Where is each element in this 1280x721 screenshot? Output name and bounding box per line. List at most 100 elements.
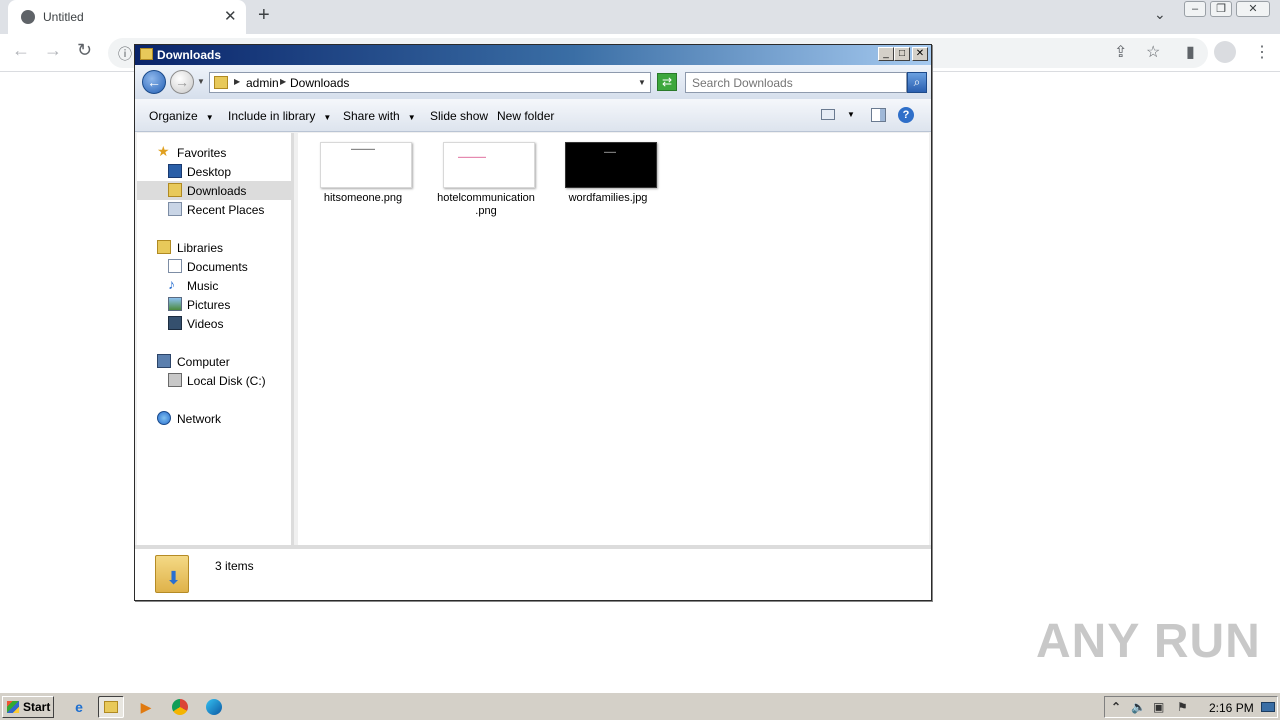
- command-bar: Organize ▼ Include in library ▼ Share with…: [135, 99, 931, 132]
- view-dropdown-icon[interactable]: ▼: [847, 110, 855, 119]
- network-icon: [157, 411, 171, 425]
- music-icon: ♪: [168, 276, 175, 292]
- hard-drive-icon: [168, 373, 182, 387]
- back-arrow-icon[interactable]: ←: [142, 70, 166, 94]
- browser-tab-strip: Untitled ✕ + ⌄ – ❐ ✕: [0, 0, 1280, 34]
- star-icon[interactable]: ☆: [1146, 42, 1160, 62]
- file-name: hitsomeone.png: [323, 192, 403, 204]
- include-in-library-button[interactable]: Include in library ▼: [228, 109, 331, 123]
- windows-explorer-icon[interactable]: [98, 696, 124, 718]
- chrome-icon[interactable]: [167, 696, 193, 718]
- videos-icon: [168, 316, 182, 330]
- search-input[interactable]: [692, 73, 902, 92]
- documents-icon: [168, 259, 182, 273]
- close-icon[interactable]: ✕: [1236, 1, 1270, 17]
- clock[interactable]: 2:16 PM: [1209, 701, 1254, 715]
- minimize-icon[interactable]: _: [878, 47, 894, 61]
- profile-avatar-icon[interactable]: [1214, 41, 1236, 63]
- preview-pane-icon[interactable]: [871, 108, 886, 122]
- reload-icon[interactable]: ↻: [77, 40, 92, 61]
- refresh-icon[interactable]: ⇄: [657, 73, 677, 91]
- minimize-icon[interactable]: –: [1184, 1, 1206, 17]
- nav-network[interactable]: Network: [137, 409, 292, 428]
- explorer-window: Downloads _ □ ✕ ← → ▼ ▶ admin ▶ Download…: [134, 44, 932, 601]
- nav-libraries[interactable]: Libraries: [137, 238, 292, 257]
- new-tab-button[interactable]: +: [258, 4, 270, 27]
- breadcrumb-arrow-icon[interactable]: ▶: [280, 77, 286, 86]
- start-label: Start: [23, 700, 51, 714]
- item-count: 3 items: [215, 559, 254, 573]
- info-icon[interactable]: ⓘ: [118, 44, 132, 64]
- back-arrow-icon[interactable]: ←: [12, 40, 30, 61]
- nav-music[interactable]: ♪ Music: [137, 276, 292, 295]
- nav-recent-places[interactable]: Recent Places: [137, 200, 292, 219]
- side-panel-icon[interactable]: ▮: [1186, 42, 1195, 62]
- include-in-library-label: Include in library: [228, 109, 316, 123]
- image-thumbnail: ▬▬▬▬▬▬▬: [443, 142, 535, 188]
- window-title: Downloads: [157, 48, 222, 62]
- media-player-icon[interactable]: ▶: [133, 696, 159, 718]
- new-folder-button[interactable]: New folder: [497, 109, 554, 123]
- organize-button[interactable]: Organize ▼: [149, 109, 214, 123]
- start-button[interactable]: Start: [2, 696, 54, 718]
- search-icon[interactable]: ⌕: [907, 72, 927, 93]
- computer-icon: [157, 354, 171, 368]
- slide-show-button[interactable]: Slide show: [430, 109, 488, 123]
- system-tray: ⌃ 🔈 ▣ ⚑ 2:16 PM: [1104, 696, 1278, 718]
- edge-icon[interactable]: [201, 696, 227, 718]
- dropdown-arrow-icon: ▼: [205, 113, 214, 122]
- maximize-icon[interactable]: □: [894, 47, 910, 61]
- window-title-bar[interactable]: Downloads _ □ ✕: [135, 45, 931, 65]
- taskbar: Start e ▶ ⌃ 🔈 ▣ ⚑ 2:16 PM: [0, 692, 1280, 720]
- close-icon[interactable]: ✕: [912, 47, 928, 61]
- dropdown-arrow-icon: ▼: [407, 113, 416, 122]
- forward-arrow-icon[interactable]: →: [170, 70, 194, 94]
- network-tray-icon[interactable]: ▣: [1153, 700, 1164, 714]
- search-box[interactable]: [685, 72, 907, 93]
- nav-documents[interactable]: Documents: [137, 257, 292, 276]
- star-icon: ★: [157, 143, 170, 159]
- breadcrumb-arrow-icon[interactable]: ▶: [234, 77, 240, 86]
- download-arrow-icon: ⬇: [166, 568, 182, 588]
- share-icon[interactable]: ⇪: [1114, 42, 1127, 62]
- thumbnail-text-line: ▬▬▬▬▬▬▬: [458, 154, 486, 159]
- file-name-multiline: hotelcommunication .png: [431, 192, 541, 218]
- dropdown-arrow-icon: ▼: [323, 113, 332, 122]
- volume-icon[interactable]: 🔈: [1131, 700, 1146, 714]
- breadcrumb-downloads[interactable]: Downloads: [290, 76, 349, 90]
- restore-icon[interactable]: ❐: [1210, 1, 1232, 17]
- thumbnail-text-line: ▬▬▬: [604, 149, 616, 154]
- chevron-down-icon[interactable]: ⌄: [1154, 6, 1166, 23]
- internet-explorer-icon[interactable]: e: [66, 696, 92, 718]
- breadcrumb-admin[interactable]: admin: [246, 76, 279, 90]
- change-view-icon[interactable]: [821, 109, 835, 120]
- browser-tab[interactable]: Untitled ✕: [8, 0, 246, 34]
- show-hidden-icons-icon[interactable]: ⌃: [1111, 700, 1121, 714]
- nav-downloads[interactable]: Downloads: [137, 181, 292, 200]
- menu-dots-icon[interactable]: ⋮: [1254, 42, 1270, 62]
- nav-favorites[interactable]: ★ Favorites: [137, 143, 292, 162]
- action-center-flag-icon[interactable]: ⚑: [1177, 700, 1188, 714]
- file-item[interactable]: ▬▬▬▬▬▬ hitsomeone.png: [308, 142, 418, 222]
- nav-videos[interactable]: Videos: [137, 314, 292, 333]
- explorer-address-bar[interactable]: ▶ admin ▶ Downloads ▼: [209, 72, 651, 93]
- file-name: wordfamilies.jpg: [568, 192, 648, 204]
- recent-places-icon: [168, 202, 182, 216]
- share-with-button[interactable]: Share with ▼: [343, 109, 416, 123]
- nav-local-disk[interactable]: Local Disk (C:): [137, 371, 292, 390]
- address-dropdown-icon[interactable]: ▼: [638, 78, 646, 87]
- file-item[interactable]: ▬▬▬▬▬▬▬ hotelcommunication .png: [431, 142, 541, 222]
- navigation-pane: ★ Favorites Desktop Downloads Recent Pla…: [137, 133, 294, 545]
- forward-arrow-icon[interactable]: →: [44, 40, 62, 61]
- file-item[interactable]: ▬▬▬ wordfamilies.jpg: [553, 142, 663, 222]
- history-dropdown-icon[interactable]: ▼: [197, 77, 205, 86]
- tab-close-icon[interactable]: ✕: [224, 7, 237, 25]
- show-desktop-icon[interactable]: [1261, 702, 1275, 712]
- downloads-folder-icon: ⬇: [155, 555, 189, 593]
- desktop-icon: [168, 164, 182, 178]
- nav-computer[interactable]: Computer: [137, 352, 292, 371]
- windows-logo-icon: [7, 701, 19, 713]
- nav-desktop[interactable]: Desktop: [137, 162, 292, 181]
- nav-pictures[interactable]: Pictures: [137, 295, 292, 314]
- help-icon[interactable]: ?: [898, 107, 914, 123]
